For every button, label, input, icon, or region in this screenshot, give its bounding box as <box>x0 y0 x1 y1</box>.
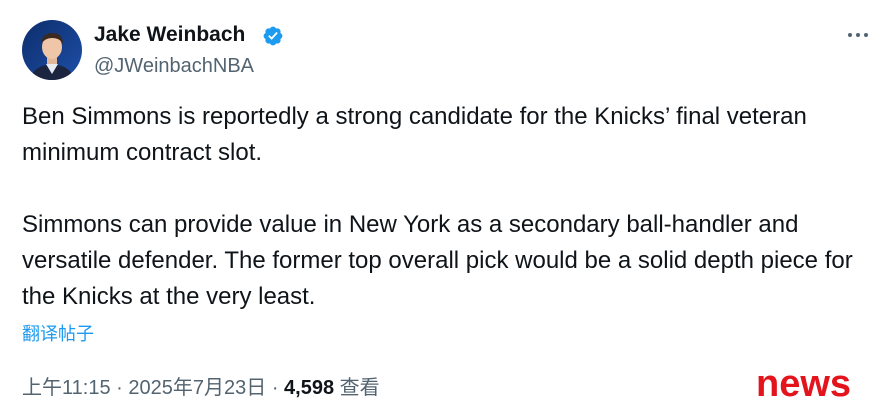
tweet-paragraph: Ben Simmons is reportedly a strong candi… <box>22 103 807 166</box>
verified-badge-icon <box>262 25 284 47</box>
views-label: 查看 <box>339 377 380 399</box>
translate-post-link[interactable]: 翻译帖子 <box>22 322 94 346</box>
meta-separator: · <box>116 377 123 399</box>
more-options-icon[interactable] <box>846 25 870 45</box>
avatar[interactable] <box>22 20 82 80</box>
news-watermark: news <box>756 363 852 405</box>
tweet-text: Ben Simmons is reportedly a strong candi… <box>22 99 878 315</box>
avatar-image <box>22 20 82 80</box>
post-date[interactable]: 2025年7月23日 <box>128 377 266 399</box>
tweet-meta: 上午11:15 · 2025年7月23日 · 4,598 查看 <box>22 374 380 402</box>
tweet-paragraph: Simmons can provide value in New York as… <box>22 211 853 310</box>
author-handle[interactable]: @JWeinbachNBA <box>94 54 254 78</box>
views-count: 4,598 <box>284 377 335 399</box>
tweet-card: Jake Weinbach @JWeinbachNBA Ben Simmons … <box>0 0 888 420</box>
post-time[interactable]: 上午11:15 <box>22 377 111 399</box>
meta-separator: · <box>271 377 279 399</box>
author-name[interactable]: Jake Weinbach <box>94 22 245 48</box>
